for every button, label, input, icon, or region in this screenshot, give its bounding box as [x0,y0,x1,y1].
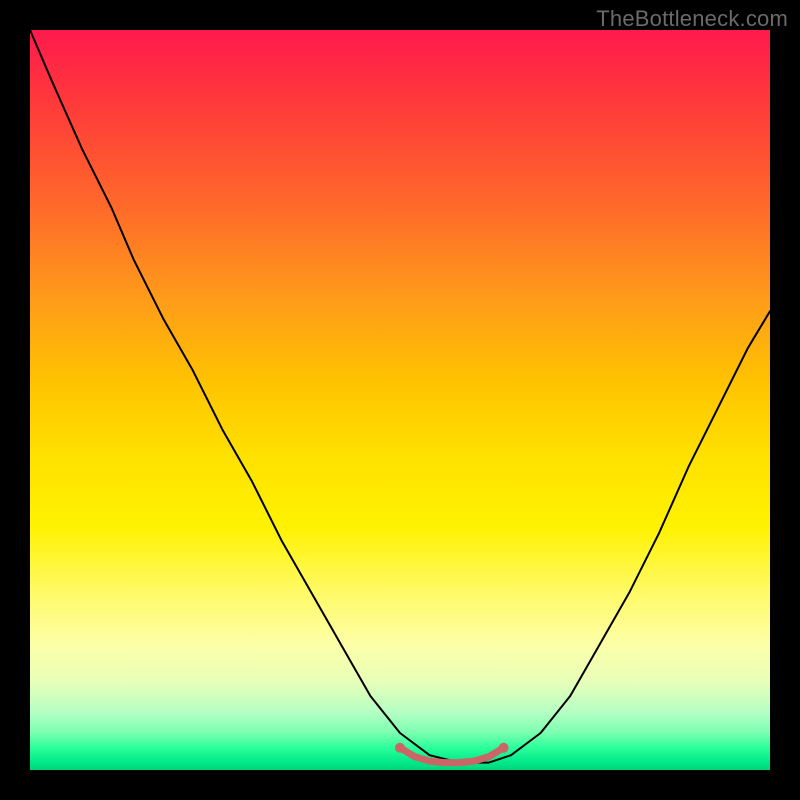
series-bottleneck-curve [30,30,770,763]
marker-optimal-left-dot [395,743,405,753]
marker-optimal-right-dot [499,743,509,753]
plot-area [30,30,770,770]
chart-frame: TheBottleneck.com [0,0,800,800]
series-group [30,30,770,763]
chart-svg [30,30,770,770]
series-optimal-band [400,748,504,763]
watermark-text: TheBottleneck.com [596,6,788,32]
